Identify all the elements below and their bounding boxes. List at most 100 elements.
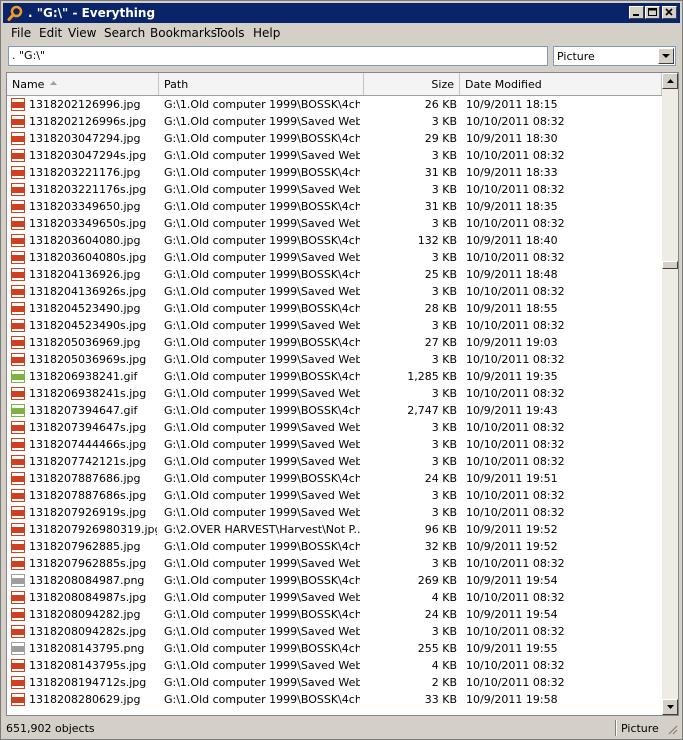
status-divider	[615, 720, 617, 736]
file-row[interactable]: 1318203604080s.jpg G:\1.Old computer 1999…	[7, 249, 662, 266]
file-path: G:\1.Old computer 1999\BOSSK\4cha...	[164, 693, 360, 706]
column-size-header[interactable]: Size	[364, 73, 460, 95]
file-size: 24 KB	[424, 472, 457, 485]
window-title: . "G:\" - Everything	[28, 6, 156, 20]
minimize-button[interactable]	[629, 6, 644, 19]
file-row[interactable]: 1318207394647.gif G:\1.Old computer 1999\…	[7, 402, 662, 419]
file-row[interactable]: 1318207394647s.jpg G:\1.Old computer 1999…	[7, 419, 662, 436]
file-name: 1318207962885s.jpg	[29, 557, 147, 570]
dropdown-arrow-button[interactable]	[658, 48, 674, 64]
search-input[interactable]: . "G:\"	[8, 46, 548, 66]
menu-file[interactable]: File	[11, 26, 31, 40]
column-header: Name Path Size Date Modified	[7, 73, 662, 96]
file-row[interactable]: 1318208084987.png G:\1.Old computer 1999\…	[7, 572, 662, 589]
file-row[interactable]: 1318208094282s.jpg G:\1.Old computer 1999…	[7, 623, 662, 640]
file-row[interactable]: 1318207444466s.jpg G:\1.Old computer 1999…	[7, 436, 662, 453]
file-row[interactable]: 1318202126996s.jpg G:\1.Old computer 1999…	[7, 113, 662, 130]
file-date: 10/9/2011 18:15	[466, 98, 558, 111]
file-row[interactable]: 1318203047294s.jpg G:\1.Old computer 1999…	[7, 147, 662, 164]
file-name: 1318208084987s.jpg	[29, 591, 147, 604]
file-row[interactable]: 1318203349650.jpg G:\1.Old computer 1999\…	[7, 198, 662, 215]
menu-edit[interactable]: Edit	[39, 26, 62, 40]
arrow-down-icon	[667, 705, 674, 709]
file-row[interactable]: 1318203047294.jpg G:\1.Old computer 1999\…	[7, 130, 662, 147]
file-row[interactable]: 1318204523490.jpg G:\1.Old computer 1999\…	[7, 300, 662, 317]
gif-file-icon	[11, 370, 25, 383]
file-size: 3 KB	[431, 353, 457, 366]
file-date: 10/9/2011 19:43	[466, 404, 558, 417]
file-path: G:\1.Old computer 1999\BOSSK\4cha...	[164, 166, 360, 179]
jpg-file-icon	[11, 285, 25, 298]
jpg-file-icon	[11, 506, 25, 519]
file-path: G:\1.Old computer 1999\Saved Webp...	[164, 659, 360, 672]
title-bar[interactable]: . "G:\" - Everything	[3, 3, 680, 23]
file-row[interactable]: 1318204136926s.jpg G:\1.Old computer 1999…	[7, 283, 662, 300]
file-date: 10/10/2011 08:32	[466, 387, 565, 400]
file-name: 1318204136926s.jpg	[29, 285, 147, 298]
file-row[interactable]: 1318205036969.jpg G:\1.Old computer 1999\…	[7, 334, 662, 351]
file-name: 1318204523490.jpg	[29, 302, 141, 315]
file-row[interactable]: 1318207962885s.jpg G:\1.Old computer 1999…	[7, 555, 662, 572]
resize-grip-icon[interactable]	[666, 723, 678, 735]
close-button[interactable]	[662, 6, 677, 19]
results-list[interactable]: Name Path Size Date Modified 13182021269…	[6, 72, 679, 716]
gif-file-icon	[11, 404, 25, 417]
file-date: 10/9/2011 18:30	[466, 132, 558, 145]
file-row[interactable]: 1318206938241.gif G:\1.Old computer 1999\…	[7, 368, 662, 385]
file-row[interactable]: 1318203349650s.jpg G:\1.Old computer 1999…	[7, 215, 662, 232]
menu-search[interactable]: Search	[104, 26, 145, 40]
file-row[interactable]: 1318208194712s.jpg G:\1.Old computer 1999…	[7, 674, 662, 691]
file-path: G:\1.Old computer 1999\Saved Webp...	[164, 251, 360, 264]
file-date: 10/9/2011 18:35	[466, 200, 558, 213]
file-name: 1318203349650.jpg	[29, 200, 141, 213]
maximize-button[interactable]	[645, 6, 660, 19]
column-path-header[interactable]: Path	[159, 73, 364, 95]
file-path: G:\1.Old computer 1999\Saved Webp...	[164, 421, 360, 434]
file-path: G:\1.Old computer 1999\BOSSK\4cha...	[164, 98, 360, 111]
file-row[interactable]: 1318207926919s.jpg G:\1.Old computer 1999…	[7, 504, 662, 521]
menu-bookmarks[interactable]: Bookmarks	[150, 26, 217, 40]
file-row[interactable]: 1318204523490s.jpg G:\1.Old computer 1999…	[7, 317, 662, 334]
column-date-header[interactable]: Date Modified	[460, 73, 662, 95]
file-date: 10/10/2011 08:32	[466, 183, 565, 196]
file-row[interactable]: 1318203221176.jpg G:\1.Old computer 1999\…	[7, 164, 662, 181]
menu-tools[interactable]: Tools	[215, 26, 245, 40]
file-row[interactable]: 1318207887686s.jpg G:\1.Old computer 1999…	[7, 487, 662, 504]
file-name: 1318203047294s.jpg	[29, 149, 147, 162]
file-name: 1318204523490s.jpg	[29, 319, 147, 332]
filter-dropdown[interactable]: Picture	[553, 46, 676, 66]
file-row[interactable]: 1318206938241s.jpg G:\1.Old computer 1999…	[7, 385, 662, 402]
file-row[interactable]: 1318205036969s.jpg G:\1.Old computer 1999…	[7, 351, 662, 368]
file-row[interactable]: 1318208143795.png G:\1.Old computer 1999\…	[7, 640, 662, 657]
file-row[interactable]: 1318207887686.jpg G:\1.Old computer 1999\…	[7, 470, 662, 487]
file-row[interactable]: 1318208094282.jpg G:\1.Old computer 1999\…	[7, 606, 662, 623]
jpg-file-icon	[11, 693, 25, 706]
column-name-header[interactable]: Name	[7, 73, 159, 95]
file-row[interactable]: 1318202126996.jpg G:\1.Old computer 1999\…	[7, 96, 662, 113]
menu-view[interactable]: View	[68, 26, 96, 40]
file-size: 3 KB	[431, 438, 457, 451]
file-row[interactable]: 1318208280629.jpg G:\1.Old computer 1999\…	[7, 691, 662, 708]
file-path: G:\1.Old computer 1999\Saved Webp...	[164, 217, 360, 230]
file-path: G:\1.Old computer 1999\BOSSK\4cha...	[164, 132, 360, 145]
file-row[interactable]: 1318208143795s.jpg G:\1.Old computer 1999…	[7, 657, 662, 674]
file-name: 1318206938241s.jpg	[29, 387, 147, 400]
file-row[interactable]: 1318207742121s.jpg G:\1.Old computer 1999…	[7, 453, 662, 470]
file-date: 10/9/2011 18:33	[466, 166, 558, 179]
file-row[interactable]: 1318203221176s.jpg G:\1.Old computer 1999…	[7, 181, 662, 198]
file-row[interactable]: 1318204136926.jpg G:\1.Old computer 1999\…	[7, 266, 662, 283]
file-path: G:\1.Old computer 1999\Saved Webp...	[164, 625, 360, 638]
file-row[interactable]: 1318208084987s.jpg G:\1.Old computer 1999…	[7, 589, 662, 606]
scroll-down-button[interactable]	[662, 699, 678, 715]
file-name: 1318207887686.jpg	[29, 472, 141, 485]
file-date: 10/9/2011 19:54	[466, 574, 558, 587]
scroll-thumb[interactable]	[662, 261, 678, 269]
file-name: 1318207926980319.jpg	[29, 523, 157, 536]
vertical-scrollbar[interactable]	[662, 73, 678, 715]
menu-help[interactable]: Help	[253, 26, 280, 40]
file-row[interactable]: 1318207962885.jpg G:\1.Old computer 1999\…	[7, 538, 662, 555]
scroll-up-button[interactable]	[662, 73, 678, 89]
status-bar: 651,902 objects Picture	[3, 718, 680, 738]
file-row[interactable]: 1318203604080.jpg G:\1.Old computer 1999\…	[7, 232, 662, 249]
file-row[interactable]: 1318207926980319.jpg G:\2.OVER HARVEST\Ha…	[7, 521, 662, 538]
